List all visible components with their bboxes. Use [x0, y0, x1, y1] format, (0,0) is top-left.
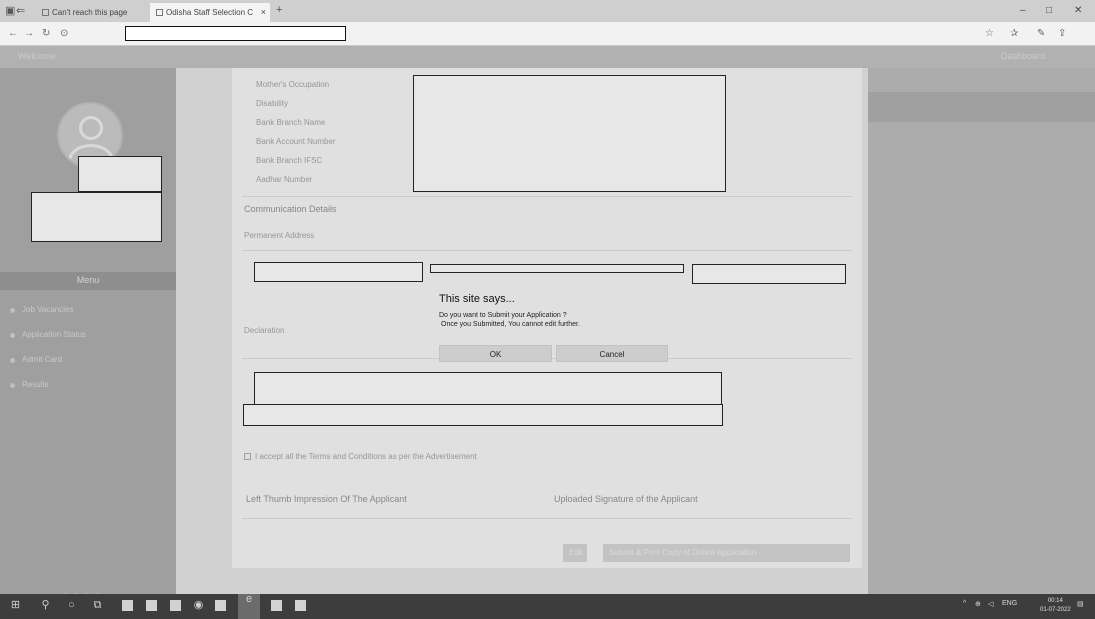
search-icon[interactable]: ⚲: [40, 600, 51, 611]
store-icon[interactable]: [146, 600, 157, 611]
tab-actions-icon[interactable]: ▣: [5, 4, 15, 17]
minimize-icon[interactable]: –: [1020, 5, 1026, 16]
favorites-bar-icon[interactable]: ✰: [1010, 28, 1018, 39]
page-icon: [156, 9, 163, 16]
tab-label: Odisha Staff Selection C: [166, 8, 254, 17]
confirm-dialog: This site says... Do you want to Submit …: [424, 284, 682, 366]
clock-date: 01-07-2022: [1040, 607, 1071, 613]
favorite-icon[interactable]: ☆: [985, 28, 994, 39]
action-center-icon[interactable]: ▤: [1077, 600, 1084, 608]
dialog-message: Do you want to Submit your Application ?: [439, 312, 567, 319]
forward-icon[interactable]: →: [24, 28, 34, 39]
dialog-message-note: Once you Submitted, You cannot edit furt…: [441, 321, 580, 328]
cancel-button[interactable]: Cancel: [556, 345, 668, 362]
show-hidden-icons-icon[interactable]: ^: [963, 600, 966, 607]
address-bar: ← → ↻ ⊙ ☆ ✰ ✎ ⇪: [0, 22, 1095, 46]
volume-icon[interactable]: ◁: [988, 600, 993, 608]
language-indicator[interactable]: ENG: [1002, 600, 1017, 607]
system-clock[interactable]: 00:14 01-07-2022: [1040, 597, 1071, 615]
tab-cant-reach[interactable]: Can't reach this page: [36, 3, 149, 22]
task-view-icon[interactable]: ⧉: [92, 600, 103, 611]
app-icon[interactable]: [122, 600, 133, 611]
plus-icon[interactable]: +: [276, 4, 282, 16]
chrome-icon[interactable]: ◉: [193, 600, 204, 611]
ok-button[interactable]: OK: [439, 345, 552, 362]
clock-time: 00:14: [1047, 598, 1063, 604]
app-icon[interactable]: [215, 600, 226, 611]
app-icon[interactable]: [271, 600, 282, 611]
url-field-redacted[interactable]: [125, 26, 346, 41]
maximize-icon[interactable]: □: [1046, 5, 1052, 16]
close-tab-icon[interactable]: ×: [261, 7, 266, 17]
back-tab-icon[interactable]: ⇐: [16, 4, 25, 17]
lock-icon: ⊙: [60, 28, 69, 39]
windows-taskbar: ⊞ ⚲ ○ ⧉ ◉ e ^ ⊕ ◁ ENG 00:14 01-07-2022 ▤: [0, 594, 1095, 619]
mail-icon[interactable]: [170, 600, 181, 611]
dialog-title: This site says...: [439, 293, 515, 305]
reading-icon[interactable]: ✎: [1037, 28, 1045, 39]
app-icon[interactable]: [295, 600, 306, 611]
cortana-icon[interactable]: ○: [66, 600, 77, 611]
close-icon[interactable]: ✕: [1074, 5, 1082, 16]
browser-tab-bar: ▣ ⇐ Can't reach this page Odisha Staff S…: [0, 0, 1095, 22]
back-icon[interactable]: ←: [8, 28, 18, 39]
edge-browser-icon[interactable]: e: [238, 594, 260, 619]
tab-ossc[interactable]: Odisha Staff Selection C ×: [150, 3, 270, 22]
page-icon: [42, 9, 49, 16]
share-icon[interactable]: ⇪: [1058, 28, 1066, 39]
windows-start-icon[interactable]: ⊞: [10, 600, 21, 611]
network-icon[interactable]: ⊕: [975, 600, 981, 608]
refresh-icon[interactable]: ↻: [42, 28, 50, 39]
tab-label: Can't reach this page: [52, 8, 128, 17]
